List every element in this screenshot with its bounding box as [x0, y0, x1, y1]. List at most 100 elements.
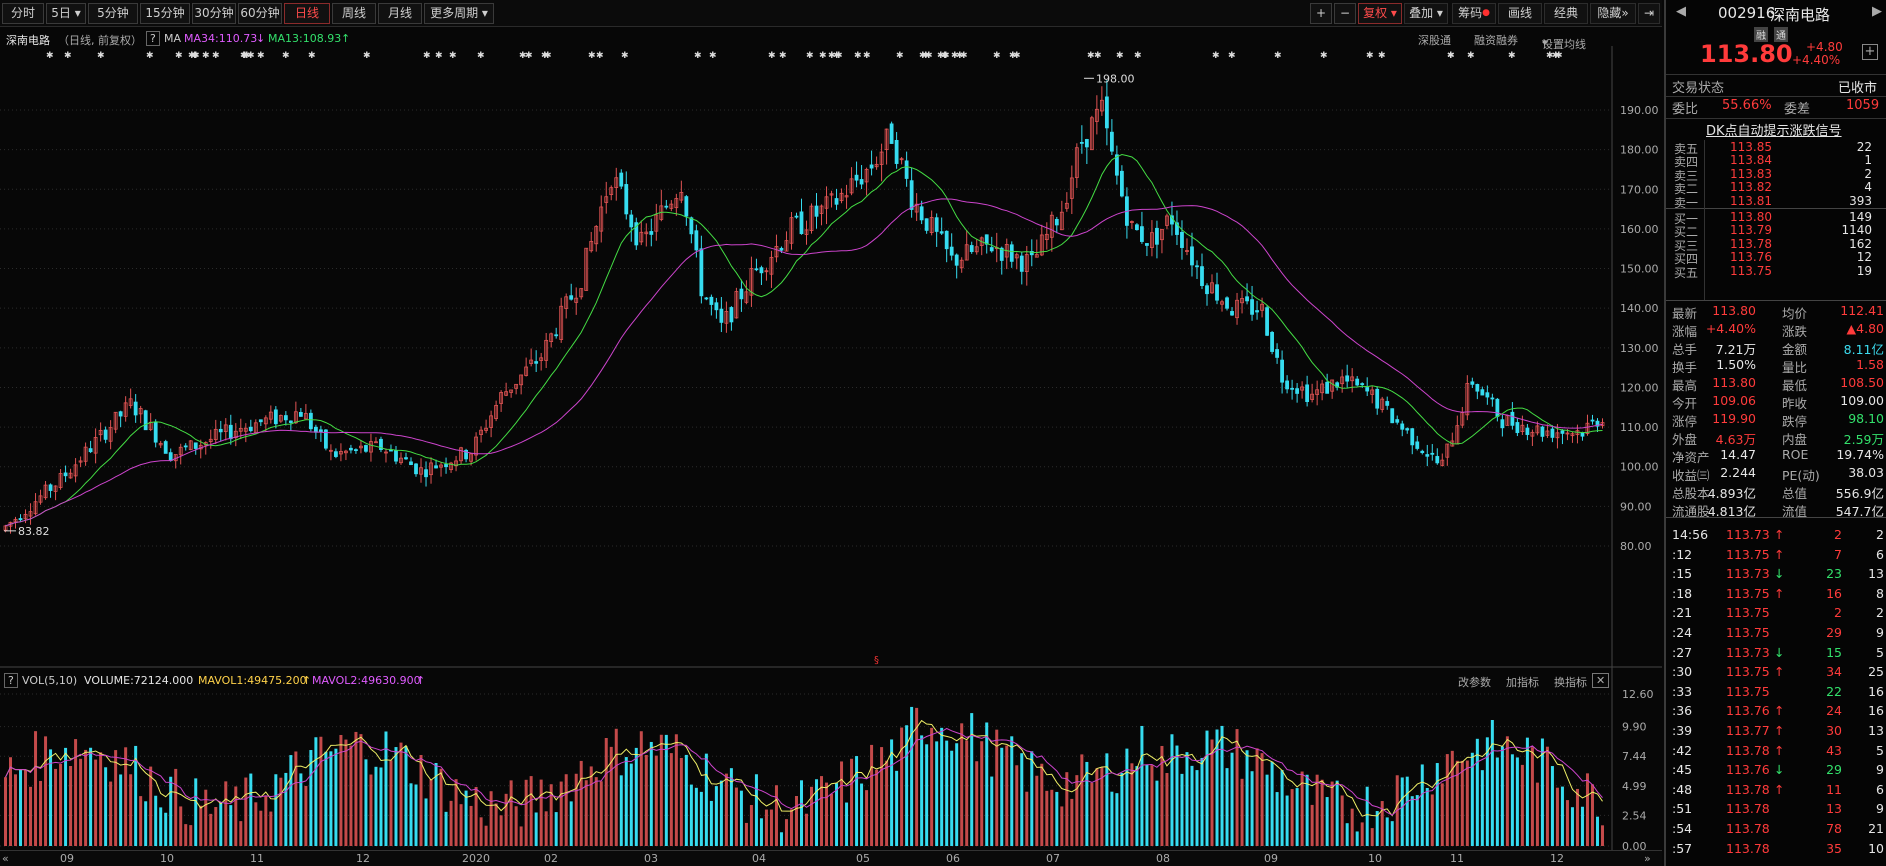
- candle-body: [1145, 243, 1149, 246]
- scroll-left-icon[interactable]: «: [2, 852, 9, 865]
- volume-bar: [1435, 763, 1439, 846]
- volume-bar: [860, 783, 864, 846]
- price-axis-label: 190.00: [1620, 104, 1659, 117]
- candle-body: [143, 410, 148, 431]
- volume-axis-label: 12.60: [1622, 688, 1654, 701]
- period-button-60min[interactable]: 60分钟: [238, 3, 282, 24]
- signal-mark: ✱: [146, 51, 154, 61]
- collapse-panel-button[interactable]: ⇥: [1638, 3, 1660, 24]
- volume-chart[interactable]: 12.60 9.90 7.44 4.99 2.54 0.00: [0, 668, 1662, 850]
- signal-mark: ✱: [819, 51, 827, 61]
- candle-body: [1360, 383, 1365, 385]
- fuquan-button[interactable]: 复权 ▾: [1358, 3, 1402, 24]
- stock-name: 深南电路: [1770, 6, 1831, 24]
- dk-signal-link[interactable]: DK点自动提示涨跌信号: [1706, 120, 1842, 139]
- order-book-row: 买三 113.78 162: [1666, 237, 1886, 253]
- signal-mark: ✱: [694, 51, 702, 61]
- volume-bar: [975, 761, 979, 846]
- ma13-line: [5, 153, 1603, 527]
- period-button-5min[interactable]: 5分钟: [88, 3, 138, 24]
- quote-value: 112.41: [1840, 303, 1884, 318]
- volume-bar: [159, 807, 163, 846]
- volume-axis-label: 4.99: [1622, 780, 1647, 793]
- tick-time: :51: [1672, 801, 1693, 817]
- quote-value: 119.90: [1712, 411, 1756, 426]
- candle-body: [1295, 388, 1300, 394]
- tick-time: :39: [1672, 723, 1693, 738]
- classic-button[interactable]: 经典: [1544, 3, 1588, 24]
- candle-body: [1430, 452, 1435, 455]
- volume-bar: [870, 744, 874, 846]
- toolbar: 分时 5日 ▾ 5分钟 15分钟 30分钟 60分钟 日线 周线 月线 更多周期…: [0, 0, 1662, 27]
- nav-right-icon[interactable]: ▶: [1872, 4, 1882, 19]
- nav-left-icon[interactable]: ◀: [1676, 4, 1686, 19]
- volume-bar: [154, 795, 158, 846]
- volume-bar: [1320, 779, 1324, 846]
- volume-bar: [39, 780, 43, 846]
- quote-row: 外盘 4.63万 内盘 2.59万: [1666, 428, 1886, 447]
- more-periods-button[interactable]: 更多周期 ▾: [424, 3, 494, 24]
- add-watchlist-button[interactable]: +: [1862, 44, 1878, 60]
- signal-mark: ✱: [175, 51, 183, 61]
- price-chart[interactable]: 190.00 180.00 170.00 160.00 150.00 140.00 130.…: [0, 46, 1662, 668]
- volume-bar: [1080, 754, 1084, 846]
- weibi-value: 55.66%: [1722, 98, 1772, 113]
- order-volume: 22: [1856, 140, 1872, 154]
- volume-bar: [109, 781, 113, 846]
- overlay-button[interactable]: 叠加 ▾: [1404, 3, 1448, 24]
- more-periods-label: 更多周期: [430, 6, 479, 20]
- candle-body: [133, 401, 138, 416]
- trade-status-value: 已收市: [1838, 81, 1878, 96]
- period-button-15min[interactable]: 15分钟: [140, 3, 190, 24]
- signal-mark: ✱: [1508, 51, 1516, 61]
- volume-bar: [234, 786, 238, 846]
- help-button[interactable]: ?: [146, 31, 160, 46]
- quote-value: +4.40%: [1705, 321, 1756, 336]
- tick-count: 9: [1876, 801, 1884, 817]
- period-button-weekly[interactable]: 周线: [332, 3, 376, 24]
- volume-bar: [1135, 766, 1139, 846]
- period-label: 5日: [51, 6, 71, 20]
- volume-bar: [554, 812, 558, 846]
- volume-bar: [955, 743, 959, 846]
- candle-body: [754, 268, 759, 271]
- chips-button[interactable]: 筹码●: [1452, 3, 1496, 24]
- volume-bar: [344, 739, 348, 846]
- candle-body: [924, 218, 929, 231]
- period-button-daily[interactable]: 日线: [284, 3, 330, 24]
- volume-bar: [1305, 774, 1309, 846]
- candle-body: [714, 302, 719, 311]
- order-book-col-divider: [1704, 140, 1705, 300]
- volume-bar: [209, 813, 213, 846]
- period-button-30min[interactable]: 30分钟: [192, 3, 236, 24]
- tick-volume: 13: [1826, 801, 1842, 817]
- volume-bar: [654, 755, 658, 846]
- stock-code: 002916: [1718, 4, 1776, 22]
- overlay-label: 叠加: [1409, 6, 1434, 20]
- zoom-out-button[interactable]: −: [1334, 3, 1356, 24]
- draw-line-button[interactable]: 画线: [1498, 3, 1542, 24]
- hide-button[interactable]: 隐藏»: [1590, 3, 1636, 24]
- period-button-monthly[interactable]: 月线: [378, 3, 422, 24]
- candle-body: [1200, 266, 1204, 286]
- quote-value: 108.50: [1840, 375, 1884, 390]
- period-button-5day[interactable]: 5日 ▾: [46, 3, 86, 24]
- low-annotation: 83.82: [18, 525, 50, 538]
- period-button-fenshi[interactable]: 分时: [2, 3, 44, 24]
- tick-volume: 78: [1826, 821, 1842, 836]
- volume-bar: [1090, 782, 1094, 846]
- candle-body: [1009, 244, 1014, 262]
- volume-bar: [664, 734, 668, 846]
- x-axis: « 09 10 11 12 2020 02 03 04 05 06 07 08 …: [0, 850, 1662, 866]
- scroll-right-icon[interactable]: »: [1644, 852, 1651, 865]
- x-label: 07: [1046, 852, 1060, 865]
- volume-bar: [649, 741, 653, 846]
- zoom-in-button[interactable]: +: [1310, 3, 1332, 24]
- candle-body: [218, 428, 223, 433]
- volume-bar: [419, 754, 423, 846]
- quote-value: 14.47: [1720, 447, 1756, 462]
- tick-count: 16: [1868, 683, 1884, 699]
- candle-body: [48, 484, 53, 491]
- tick-row: :36 113.76 ↑ 24 16: [1666, 703, 1886, 721]
- candle-body: [1140, 226, 1144, 242]
